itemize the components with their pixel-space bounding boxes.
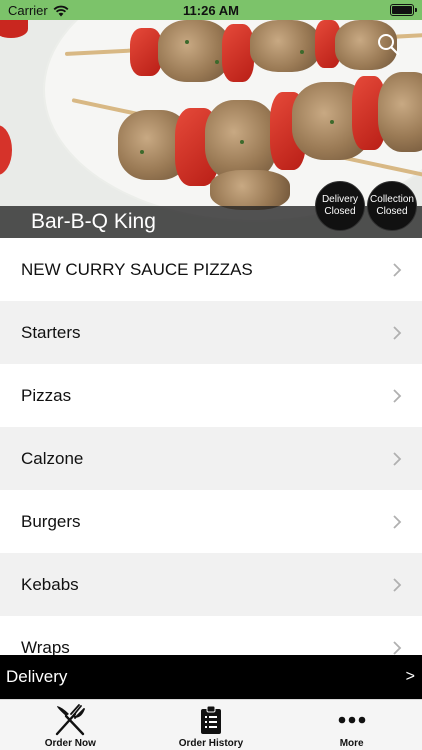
menu-item-burgers[interactable]: Burgers [0,490,422,553]
chevron-right-icon [393,577,402,592]
delivery-mode-label: Delivery [6,667,68,686]
meat-piece [250,20,320,72]
chevron-right-icon [393,514,402,529]
herb-garnish [140,150,144,154]
delivery-badge-line1: Delivery [321,194,359,205]
delivery-badge-line2: Closed [324,206,356,217]
bottom-tab-bar: Order Now Order History More [0,699,422,750]
clipboard-list-icon [201,705,221,734]
meat-piece [158,20,230,82]
herb-garnish [185,40,189,44]
menu-item-new-curry-sauce-pizzas[interactable]: NEW CURRY SAUCE PIZZAS [0,238,422,301]
tomato-decoration [0,125,12,175]
status-time: 11:26 AM [183,3,239,18]
more-dots-icon [338,716,365,724]
menu-item-label: Starters [21,322,81,342]
menu-item-label: Pizzas [21,385,72,405]
hero-banner: Bar-B-Q King Delivery Closed Collection … [0,20,422,238]
restaurant-name: Bar-B-Q King [31,210,156,233]
status-bar: Carrier 11:26 AM [0,0,422,20]
menu-category-list: NEW CURRY SAUCE PIZZAS Starters Pizzas C… [0,238,422,655]
tomato-decoration-top [0,20,28,38]
meat-piece [378,72,422,152]
menu-item-label: Wraps [21,637,70,656]
menu-item-calzone[interactable]: Calzone [0,427,422,490]
menu-item-label: Kebabs [21,574,79,594]
menu-item-starters[interactable]: Starters [0,301,422,364]
delivery-status-badge: Delivery Closed [315,181,365,231]
herb-garnish [240,140,244,144]
tab-label: More [339,738,364,749]
menu-item-label: Calzone [21,448,84,468]
chevron-right-icon [393,451,402,466]
collection-badge-line1: Collection [370,194,414,205]
menu-item-kebabs[interactable]: Kebabs [0,553,422,616]
collection-badge-line2: Closed [376,206,408,217]
tab-more[interactable]: More [281,700,422,750]
tab-order-history[interactable]: Order History [141,700,282,750]
menu-item-wraps[interactable]: Wraps [0,616,422,655]
menu-item-pizzas[interactable]: Pizzas [0,364,422,427]
delivery-mode-arrow: > [405,668,415,685]
tab-order-now[interactable]: Order Now [0,700,141,750]
chevron-right-icon [393,262,402,277]
chevron-right-icon [393,388,402,403]
herb-garnish [330,120,334,124]
herb-garnish [300,50,304,54]
battery-icon [390,4,417,16]
search-icon[interactable] [376,32,400,56]
delivery-mode-bar[interactable]: Delivery > [0,655,422,699]
menu-item-label: NEW CURRY SAUCE PIZZAS [21,259,253,279]
herb-garnish [215,60,219,64]
fork-knife-icon [56,704,86,736]
collection-status-badge: Collection Closed [367,181,417,231]
menu-item-label: Burgers [21,511,81,531]
chevron-right-icon [393,640,402,655]
tab-label: Order History [178,738,244,749]
chevron-right-icon [393,325,402,340]
meat-piece [210,170,290,210]
tab-label: Order Now [44,738,96,749]
